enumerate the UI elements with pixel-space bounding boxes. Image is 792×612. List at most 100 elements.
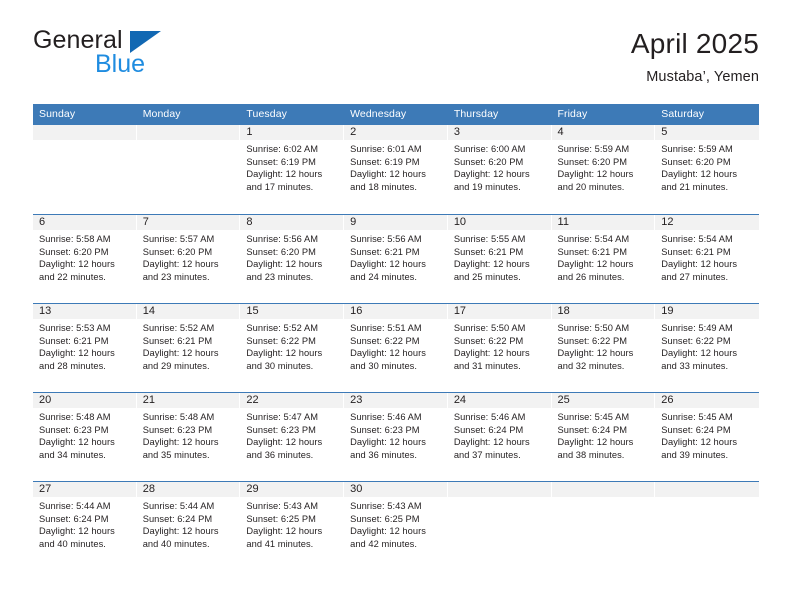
day-number: 8	[246, 216, 253, 228]
calendar-day-cell[interactable]: 3 Sunrise: 6:00 AM Sunset: 6:20 PM Daylight…	[447, 125, 552, 214]
day-detail-line: and 36 minutes.	[350, 449, 418, 460]
day-detail-line: Sunrise: 5:50 AM	[557, 323, 630, 333]
day-detail-line: Daylight: 12 hours	[142, 348, 219, 359]
day-detail-line: Daylight: 12 hours	[661, 437, 738, 448]
day-detail-line: Daylight: 12 hours	[39, 259, 115, 270]
calendar-day-cell[interactable]: 12 Sunrise: 5:54 AM Sunset: 6:21 PM Dayligh…	[655, 215, 759, 303]
day-detail-line: Sunrise: 5:56 AM	[246, 234, 319, 244]
day-number: 3	[453, 126, 460, 138]
calendar-day-cell[interactable]: 10 Sunrise: 5:55 AM Sunset: 6:21 PM Dayligh…	[447, 215, 552, 303]
day-details: Sunrise: 6:02 AM Sunset: 6:19 PM Daylight:…	[246, 143, 340, 193]
calendar-day-cell[interactable]: 16 Sunrise: 5:51 AM Sunset: 6:22 PM Dayligh…	[344, 304, 448, 392]
day-number: 10	[453, 216, 467, 228]
calendar-day-cell[interactable]: 17 Sunrise: 5:50 AM Sunset: 6:22 PM Dayligh…	[447, 304, 552, 392]
calendar-day-cell[interactable]: 20 Sunrise: 5:48 AM Sunset: 6:23 PM Dayligh…	[33, 393, 137, 481]
calendar-day-cell[interactable]: 14 Sunrise: 5:52 AM Sunset: 6:21 PM Dayligh…	[136, 304, 241, 392]
calendar-day-cell[interactable]: 5 Sunrise: 5:59 AM Sunset: 6:20 PM Daylight…	[655, 125, 759, 214]
general-blue-logo: General Blue	[33, 28, 233, 84]
day-detail-line: Sunset: 6:21 PM	[39, 335, 109, 346]
day-detail-line: Sunrise: 5:46 AM	[350, 412, 422, 422]
day-number: 21	[142, 394, 155, 406]
day-detail-line: Sunset: 6:20 PM	[246, 246, 316, 257]
calendar-grid: Sunday Monday Tuesday Wednesday Thursday Frid…	[33, 104, 759, 570]
day-details: Sunrise: 5:50 AM Sunset: 6:22 PM Daylight:…	[454, 322, 548, 372]
day-detail-line: Sunrise: 5:58 AM	[39, 234, 111, 244]
day-number: 20	[39, 394, 52, 406]
day-number-band	[447, 482, 551, 497]
day-number: 13	[39, 305, 52, 317]
day-details: Sunrise: 5:52 AM Sunset: 6:21 PM Daylight:…	[143, 322, 237, 372]
day-details: Sunrise: 5:45 AM Sunset: 6:24 PM Daylight:…	[558, 411, 652, 461]
calendar-day-cell[interactable]: 6 Sunrise: 5:58 AM Sunset: 6:20 PM Daylight…	[33, 215, 137, 303]
day-detail-line: Daylight: 12 hours	[453, 259, 530, 270]
day-detail-line: and 31 minutes.	[453, 360, 521, 371]
day-detail-line: Daylight: 12 hours	[246, 259, 323, 270]
day-number: 28	[142, 483, 155, 495]
day-detail-line: Sunrise: 5:55 AM	[453, 234, 526, 244]
calendar-day-cell[interactable]: 28 Sunrise: 5:44 AM Sunset: 6:24 PM Dayligh…	[136, 482, 241, 570]
day-detail-line: Daylight: 12 hours	[142, 259, 219, 270]
day-detail-line: Daylight: 12 hours	[350, 437, 426, 448]
calendar-day-cell[interactable]: 30 Sunrise: 5:43 AM Sunset: 6:25 PM Dayligh…	[344, 482, 448, 570]
calendar-day-cell-empty	[136, 125, 241, 214]
day-detail-line: Sunrise: 5:44 AM	[39, 501, 111, 511]
calendar-day-cell[interactable]: 26 Sunrise: 5:45 AM Sunset: 6:24 PM Dayligh…	[655, 393, 759, 481]
day-detail-line: Sunrise: 6:00 AM	[453, 144, 526, 154]
day-details: Sunrise: 5:54 AM Sunset: 6:21 PM Daylight:…	[558, 233, 652, 283]
day-number-band	[33, 125, 136, 140]
day-detail-line: Sunrise: 5:53 AM	[39, 323, 111, 333]
calendar-day-cell[interactable]: 8 Sunrise: 5:56 AM Sunset: 6:20 PM Daylight…	[240, 215, 345, 303]
calendar-day-cell[interactable]: 2 Sunrise: 6:01 AM Sunset: 6:19 PM Daylight…	[344, 125, 448, 214]
calendar-day-cell[interactable]: 19 Sunrise: 5:49 AM Sunset: 6:22 PM Dayligh…	[655, 304, 759, 392]
calendar-day-cell[interactable]: 29 Sunrise: 5:43 AM Sunset: 6:25 PM Dayligh…	[240, 482, 345, 570]
day-detail-line: Daylight: 12 hours	[142, 437, 219, 448]
calendar-day-cell[interactable]: 1 Sunrise: 6:02 AM Sunset: 6:19 PM Daylight…	[240, 125, 345, 214]
day-number: 9	[350, 216, 357, 228]
weekday-header-monday: Monday	[142, 108, 181, 120]
calendar-day-cell[interactable]: 27 Sunrise: 5:44 AM Sunset: 6:24 PM Dayligh…	[33, 482, 137, 570]
day-number-band	[240, 215, 344, 230]
day-details: Sunrise: 5:44 AM Sunset: 6:24 PM Daylight:…	[39, 500, 133, 550]
day-detail-line: Sunset: 6:24 PM	[661, 424, 731, 435]
calendar-day-cell[interactable]: 24 Sunrise: 5:46 AM Sunset: 6:24 PM Dayligh…	[447, 393, 552, 481]
day-number: 4	[557, 126, 564, 138]
day-details: Sunrise: 5:46 AM Sunset: 6:24 PM Daylight:…	[454, 411, 548, 461]
calendar-day-cell[interactable]: 25 Sunrise: 5:45 AM Sunset: 6:24 PM Dayligh…	[551, 393, 656, 481]
calendar-day-cell[interactable]: 23 Sunrise: 5:46 AM Sunset: 6:23 PM Dayligh…	[344, 393, 448, 481]
day-number-band	[655, 482, 759, 497]
day-detail-line: Daylight: 12 hours	[557, 259, 634, 270]
day-detail-line: Sunrise: 5:54 AM	[557, 234, 630, 244]
day-detail-line: and 39 minutes.	[661, 449, 729, 460]
day-details: Sunrise: 5:49 AM Sunset: 6:22 PM Daylight:…	[661, 322, 756, 372]
day-detail-line: Daylight: 12 hours	[350, 169, 426, 180]
day-details: Sunrise: 5:45 AM Sunset: 6:24 PM Daylight:…	[661, 411, 756, 461]
day-number: 5	[661, 126, 668, 138]
day-number-band	[240, 125, 344, 140]
calendar-day-cell[interactable]: 15 Sunrise: 5:52 AM Sunset: 6:22 PM Dayligh…	[240, 304, 345, 392]
page-header: General Blue April 2025 Mustaba’, Yemen	[33, 28, 759, 98]
day-detail-line: and 26 minutes.	[557, 271, 625, 282]
day-detail-line: and 35 minutes.	[142, 449, 210, 460]
day-detail-line: and 38 minutes.	[557, 449, 625, 460]
day-detail-line: Daylight: 12 hours	[246, 169, 323, 180]
day-detail-line: and 41 minutes.	[246, 538, 314, 549]
title-block: April 2025 Mustaba’, Yemen	[631, 28, 759, 87]
day-number: 22	[246, 394, 259, 406]
day-detail-line: Sunrise: 5:48 AM	[39, 412, 111, 422]
calendar-day-cell[interactable]: 7 Sunrise: 5:57 AM Sunset: 6:20 PM Daylight…	[136, 215, 241, 303]
calendar-day-cell[interactable]: 13 Sunrise: 5:53 AM Sunset: 6:21 PM Dayligh…	[33, 304, 137, 392]
day-details: Sunrise: 5:53 AM Sunset: 6:21 PM Daylight:…	[39, 322, 133, 372]
calendar-day-cell[interactable]: 18 Sunrise: 5:50 AM Sunset: 6:22 PM Dayligh…	[551, 304, 656, 392]
day-detail-line: Sunrise: 5:52 AM	[142, 323, 215, 333]
day-detail-line: Sunset: 6:20 PM	[142, 246, 213, 257]
day-detail-line: Sunset: 6:23 PM	[246, 424, 316, 435]
calendar-day-cell[interactable]: 4 Sunrise: 5:59 AM Sunset: 6:20 PM Daylight…	[551, 125, 656, 214]
calendar-day-cell[interactable]: 9 Sunrise: 5:56 AM Sunset: 6:21 PM Daylight…	[344, 215, 448, 303]
day-detail-line: and 42 minutes.	[350, 538, 418, 549]
calendar-day-cell[interactable]: 22 Sunrise: 5:47 AM Sunset: 6:23 PM Dayligh…	[240, 393, 345, 481]
day-detail-line: Daylight: 12 hours	[557, 169, 634, 180]
calendar-day-cell[interactable]: 21 Sunrise: 5:48 AM Sunset: 6:23 PM Dayligh…	[136, 393, 241, 481]
calendar-week-row: 20 Sunrise: 5:48 AM Sunset: 6:23 PM Dayligh…	[33, 392, 759, 481]
calendar-day-cell[interactable]: 11 Sunrise: 5:54 AM Sunset: 6:21 PM Dayligh…	[551, 215, 656, 303]
day-detail-line: and 30 minutes.	[246, 360, 314, 371]
